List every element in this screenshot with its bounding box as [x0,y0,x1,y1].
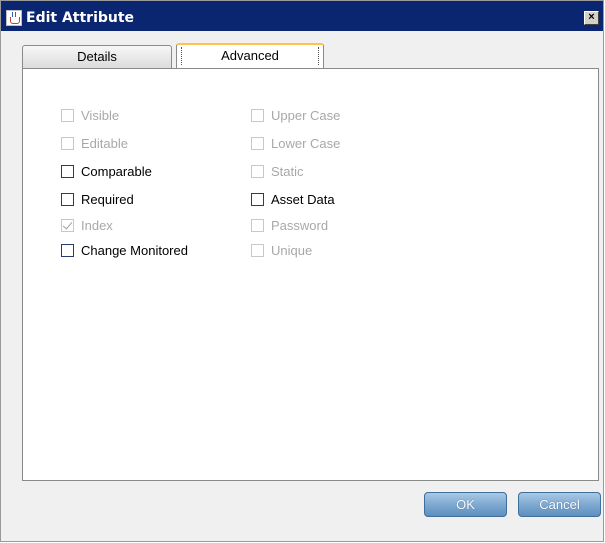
cancel-button[interactable]: Cancel [518,492,601,517]
asset-data-checkbox-row: Asset Data [251,191,335,207]
visible-label: Visible [81,107,120,123]
password-label: Password [271,217,329,233]
upper-case-checkbox[interactable] [251,108,264,122]
change-monitored-checkbox-row: Change Monitored [61,242,188,258]
lower-case-checkbox-row: Lower Case [251,135,340,151]
java-cup-icon [6,10,22,26]
close-button[interactable]: × [584,11,599,25]
static-label: Static [271,163,304,179]
editable-label: Editable [81,135,128,151]
tab-details[interactable]: Details [22,45,172,68]
ok-button[interactable]: OK [424,492,507,517]
visible-checkbox[interactable] [61,108,74,122]
static-checkbox-row: Static [251,163,304,179]
required-label: Required [81,191,134,207]
upper-case-checkbox-row: Upper Case [251,107,340,123]
advanced-panel: Visible Editable Comparable Required Ind… [22,68,599,481]
unique-checkbox-row: Unique [251,242,312,258]
static-checkbox[interactable] [251,164,264,178]
comparable-checkbox-row: Comparable [61,163,152,179]
unique-checkbox[interactable] [251,243,264,257]
password-checkbox[interactable] [251,218,264,232]
upper-case-label: Upper Case [271,107,341,123]
required-checkbox-row: Required [61,191,134,207]
comparable-label: Comparable [81,163,152,179]
change-monitored-checkbox[interactable] [61,243,74,257]
index-label: Index [81,217,113,233]
editable-checkbox[interactable] [61,136,74,150]
check-mark-icon [62,218,73,230]
editable-checkbox-row: Editable [61,135,128,151]
required-checkbox[interactable] [61,192,74,206]
index-checkbox[interactable] [61,218,74,232]
title-bar[interactable]: Edit Attribute × [1,1,603,31]
password-checkbox-row: Password [251,217,328,233]
edit-attribute-dialog: Edit Attribute × Details Advanced Visibl… [0,0,604,542]
asset-data-checkbox[interactable] [251,192,264,206]
asset-data-label: Asset Data [271,191,335,207]
unique-label: Unique [271,242,313,258]
window-title: Edit Attribute [26,10,135,26]
comparable-checkbox[interactable] [61,164,74,178]
lower-case-checkbox[interactable] [251,136,264,150]
index-checkbox-row: Index [61,217,113,233]
change-monitored-label: Change Monitored [81,242,188,258]
tab-advanced[interactable]: Advanced [176,43,324,69]
visible-checkbox-row: Visible [61,107,119,123]
lower-case-label: Lower Case [271,135,341,151]
